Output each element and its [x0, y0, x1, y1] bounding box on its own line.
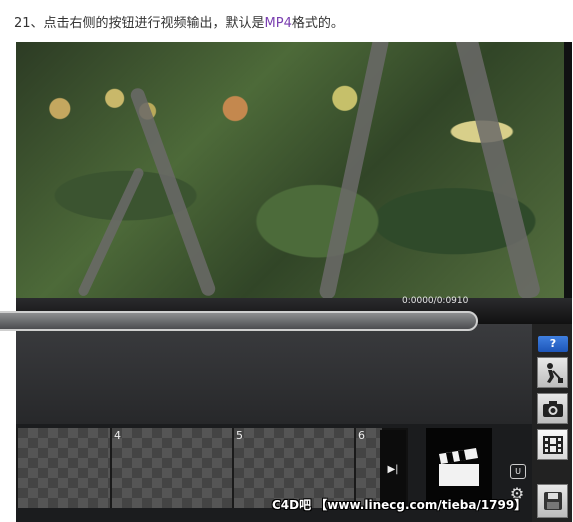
instruction-caption: 21、点击右侧的按钮进行视频输出，默认是MP4格式的。 [14, 12, 344, 31]
render-preview [16, 42, 564, 298]
shovel-icon [546, 362, 563, 383]
clapperboard-icon [439, 448, 479, 486]
watermark-text: C4D吧 【www.linecg.com/tieba/1799】 [272, 498, 527, 512]
dig-tool-button[interactable] [537, 357, 568, 388]
snapshot-button[interactable] [537, 393, 568, 424]
playback-progress-bar[interactable] [0, 311, 478, 331]
film-frame[interactable]: 4 [110, 428, 232, 508]
help-button[interactable]: ? [538, 336, 568, 352]
caption-suffix: 格式的。 [291, 16, 344, 31]
film-output-button[interactable] [537, 429, 568, 460]
viewport-scrollbar[interactable] [564, 42, 572, 298]
tree-branch [128, 86, 218, 298]
caption-text: 21、点击右侧的按钮进行视频输出，默认是 [14, 16, 265, 31]
save-button[interactable] [537, 484, 568, 518]
upload-toggle[interactable]: U [510, 464, 526, 479]
timecode-display: 0:0000/0:0910 [402, 296, 469, 306]
save-icon [543, 492, 562, 510]
timeline-panel [16, 324, 532, 424]
film-frame[interactable] [16, 428, 110, 508]
tree-branch [76, 166, 146, 298]
film-icon [542, 435, 563, 454]
tree-branch [318, 42, 390, 298]
camera-icon [542, 400, 563, 417]
tree-branch [452, 42, 542, 298]
caption-format-highlight: MP4 [264, 16, 292, 31]
